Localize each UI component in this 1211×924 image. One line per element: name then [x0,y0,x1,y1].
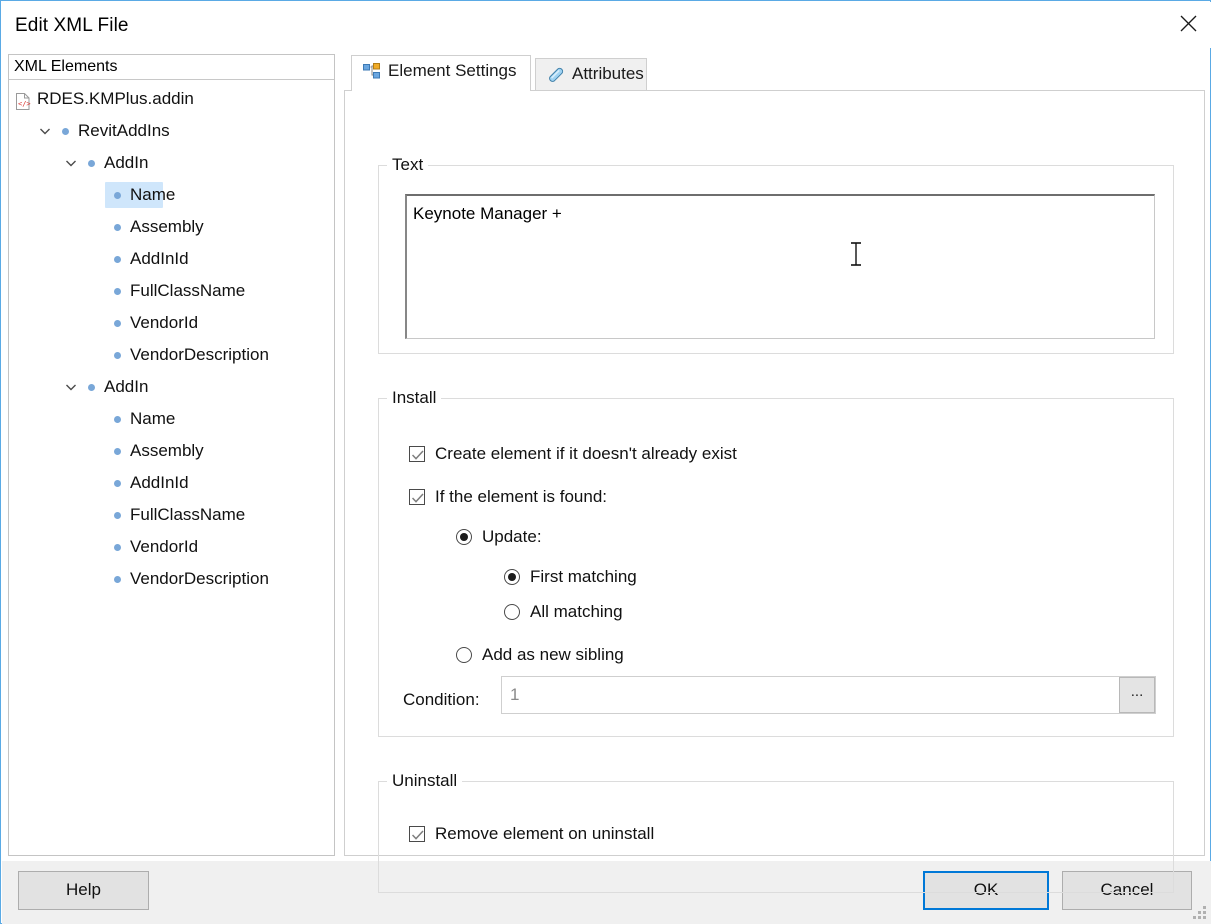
tree-node-label: Name [130,185,176,204]
element-bullet-icon [114,416,121,423]
create-element-label: Create element if it doesn't already exi… [435,444,737,463]
text-group-title: Text [387,155,429,175]
element-text-input[interactable] [405,194,1155,339]
radio-icon [504,569,520,585]
element-bullet-icon [114,576,121,583]
element-bullet-icon [114,512,121,519]
element-bullet-icon [114,320,121,327]
radio-icon [504,604,520,620]
tree-node-label: Name [130,409,176,428]
checkbox-icon [409,489,425,505]
tree-node-label: Assembly [130,441,204,460]
help-button[interactable]: Help [18,871,149,910]
condition-label: Condition: [403,690,480,709]
element-bullet-icon [88,384,95,391]
element-bullet-icon [114,480,121,487]
hierarchy-tree-icon [363,63,380,85]
tree-node[interactable]: Name [9,179,334,211]
element-bullet-icon [114,352,121,359]
element-bullet-icon [114,448,121,455]
tree-node-label: Assembly [130,217,204,236]
checkbox-icon [409,826,425,842]
tree-node-label: VendorDescription [130,569,269,588]
tab-element-settings[interactable]: Element Settings [351,55,531,91]
tab-attributes[interactable]: Attributes [535,58,647,91]
checkbox-icon [409,446,425,462]
edit-xml-file-dialog: Edit XML File XML Elements </> RDES.KMPlu… [0,0,1211,924]
tree-node[interactable]: Assembly [9,211,334,243]
remove-on-uninstall-label: Remove element on uninstall [435,824,655,843]
tree-node[interactable]: RevitAddIns [9,115,334,147]
element-bullet-icon [114,192,121,199]
tree-node[interactable]: VendorId [9,531,334,563]
tree-node-label: AddIn [104,153,149,172]
xml-elements-panel: XML Elements </> RDES.KMPlus.addin RevitAd… [8,54,335,856]
tree-node-label: AddIn [104,377,149,396]
window-title: Edit XML File [15,15,129,36]
uninstall-groupbox: Uninstall Remove element on uninstall [378,771,1174,893]
chevron-down-icon[interactable] [39,115,53,147]
tree-node-label: AddInId [130,249,189,268]
radio-all-matching-label: All matching [530,602,623,621]
tree-node[interactable]: AddIn [9,371,334,403]
element-bullet-icon [114,256,121,263]
radio-first-matching-label: First matching [530,567,637,586]
tree-node[interactable]: VendorId [9,307,334,339]
tree-node[interactable]: AddIn [9,147,334,179]
tree-node-label: AddInId [130,473,189,492]
tree-node[interactable]: AddInId [9,243,334,275]
install-group-title: Install [387,388,442,408]
svg-text:</>: </> [18,100,31,108]
tree-node-label: VendorId [130,313,199,332]
element-bullet-icon [114,544,121,551]
tree-node-label: RevitAddIns [78,121,170,140]
tree-node[interactable]: FullClassName [9,275,334,307]
uninstall-group-title: Uninstall [387,771,463,791]
if-element-found-label: If the element is found: [435,487,607,506]
tag-icon [547,66,565,88]
chevron-down-icon[interactable] [65,371,79,403]
install-groupbox: Install Create element if it doesn't alr… [378,388,1174,737]
element-bullet-icon [114,224,121,231]
resize-grip[interactable] [1193,906,1207,920]
condition-browse-button[interactable]: ... [1119,677,1155,713]
element-bullet-icon [62,128,69,135]
tab-attributes-label: Attributes [572,64,644,83]
xml-elements-header: XML Elements [9,55,334,80]
tree-node[interactable]: AddInId [9,467,334,499]
tree-node[interactable]: VendorDescription [9,563,334,595]
title-bar: Edit XML File [2,2,1211,48]
condition-input[interactable] [501,676,1156,714]
radio-update-label: Update: [482,527,542,546]
tree-node-label: FullClassName [130,505,246,524]
tab-content-element-settings: Text Install [344,90,1205,893]
tree-node[interactable]: VendorDescription [9,339,334,371]
tab-strip: Element Settings Attributes [344,54,1205,91]
tree-node-label: VendorDescription [130,345,269,364]
xml-element-tree[interactable]: </> RDES.KMPlus.addin RevitAddIns AddIn Name… [9,80,334,595]
tree-node[interactable]: Name [9,403,334,435]
text-groupbox: Text [378,155,1174,354]
tree-node[interactable]: FullClassName [9,499,334,531]
tree-node[interactable]: Assembly [9,435,334,467]
radio-icon [456,529,472,545]
tree-node-label: RDES.KMPlus.addin [37,89,194,108]
close-button[interactable] [1165,2,1211,42]
tab-element-settings-label: Element Settings [388,61,517,80]
tree-node-label: VendorId [130,537,199,556]
element-bullet-icon [88,160,95,167]
radio-add-sibling-label: Add as new sibling [482,645,624,664]
tree-node-label: FullClassName [130,281,246,300]
settings-panel: Element Settings Attributes Text Keynote… [344,54,1205,893]
chevron-down-icon[interactable] [65,147,79,179]
radio-icon [456,647,472,663]
element-bullet-icon [114,288,121,295]
tree-node[interactable]: </> RDES.KMPlus.addin [9,83,334,115]
